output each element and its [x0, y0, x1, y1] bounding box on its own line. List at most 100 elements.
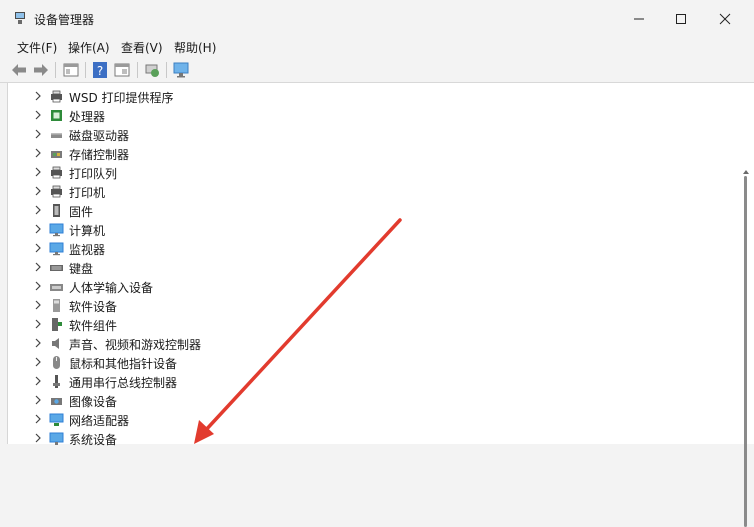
tree-item[interactable]: 计算机	[8, 220, 728, 239]
chevron-right-icon[interactable]	[32, 356, 44, 368]
tree-item-label: 软件设备	[69, 300, 118, 314]
chevron-right-icon[interactable]	[32, 223, 44, 235]
printer-icon	[51, 185, 62, 198]
window-title: 设备管理器	[34, 13, 95, 27]
menu-bar: 文件(F) 操作(A) 查看(V) 帮助(H)	[0, 38, 754, 58]
menu-view[interactable]: 查看(V)	[121, 39, 163, 56]
menu-file[interactable]: 文件(F)	[17, 39, 57, 56]
tree-item-label: 系统设备	[69, 433, 118, 447]
chevron-right-icon[interactable]	[32, 318, 44, 330]
firmware-icon	[53, 204, 60, 217]
chevron-right-icon[interactable]	[32, 128, 44, 140]
mouse-icon	[53, 356, 60, 369]
svg-text:?: ?	[97, 64, 103, 78]
scroll-up-arrow-icon[interactable]	[742, 168, 750, 176]
tree-item[interactable]: 处理器	[8, 106, 728, 125]
device-manager-app-icon	[15, 12, 25, 24]
storage-controller-icon	[51, 151, 62, 158]
tree-item[interactable]: 通用串行总线控制器	[8, 372, 728, 391]
tree-item[interactable]: 声音、视频和游戏控制器	[8, 334, 728, 353]
hid-icon	[50, 284, 63, 291]
menu-action[interactable]: 操作(A)	[68, 39, 110, 56]
chevron-right-icon[interactable]	[32, 394, 44, 406]
tree-item[interactable]: 固件	[8, 201, 728, 220]
chevron-right-icon[interactable]	[32, 109, 44, 121]
chevron-right-icon[interactable]	[32, 261, 44, 273]
maximize-icon	[676, 14, 686, 24]
tree-item-label: 键盘	[69, 262, 94, 276]
tree-item-label: 图像设备	[69, 395, 118, 409]
chevron-right-icon[interactable]	[32, 185, 44, 197]
tree-item[interactable]: 打印机	[8, 182, 728, 201]
tree-item-label: WSD 打印提供程序	[69, 91, 174, 105]
back-arrow-icon[interactable]	[10, 61, 28, 79]
tree-item[interactable]: 网络适配器	[8, 410, 728, 429]
chevron-right-icon[interactable]	[32, 280, 44, 292]
tree-item-label: 网络适配器	[69, 414, 130, 428]
chevron-right-icon[interactable]	[32, 242, 44, 254]
tree-item-label: 计算机	[69, 224, 106, 238]
chevron-right-icon[interactable]	[32, 375, 44, 387]
software-device-icon	[53, 299, 60, 312]
tree-item[interactable]: 系统设备	[8, 429, 728, 448]
toolbar: ?	[0, 58, 754, 83]
tree-item-label: 存储控制器	[69, 148, 130, 162]
tree-item[interactable]: 监视器	[8, 239, 728, 258]
tree-item[interactable]: 软件设备	[8, 296, 728, 315]
tree-item[interactable]: 键盘	[8, 258, 728, 277]
chevron-right-icon[interactable]	[32, 90, 44, 102]
chevron-right-icon[interactable]	[32, 147, 44, 159]
chevron-right-icon[interactable]	[32, 299, 44, 311]
device-tree: WSD 打印提供程序 处理器磁盘驱动器存储控制器打印队列打印机固件计算机监视器键盘…	[7, 83, 754, 527]
help-icon[interactable]: ?	[91, 61, 109, 79]
scan-hardware-icon[interactable]	[143, 61, 161, 79]
close-icon	[719, 13, 731, 25]
forward-arrow-icon[interactable]	[32, 61, 50, 79]
tree-item-label: 固件	[69, 205, 94, 219]
network-adapter-icon	[49, 413, 64, 426]
toolbar-separator	[137, 62, 138, 78]
show-view-icon[interactable]	[113, 61, 131, 79]
tree-item[interactable]: 磁盘驱动器	[8, 125, 728, 144]
tree-item[interactable]: 软件组件	[8, 315, 728, 334]
monitor-icon	[49, 242, 64, 256]
tree-item[interactable]: 存储控制器	[8, 144, 728, 163]
tree-item[interactable]: 打印队列	[8, 163, 728, 182]
tree-item-label: 处理器	[69, 110, 106, 124]
print-queue-icon	[51, 166, 62, 179]
tree-item[interactable]: 鼠标和其他指针设备	[8, 353, 728, 372]
maximize-button[interactable]	[659, 4, 703, 34]
properties-pane-icon[interactable]	[62, 61, 80, 79]
toolbar-separator	[55, 62, 56, 78]
printer-icon	[51, 90, 62, 103]
tree-item-label: 打印机	[69, 186, 106, 200]
software-component-icon	[52, 318, 62, 331]
chevron-right-icon[interactable]	[32, 166, 44, 178]
chevron-right-icon[interactable]	[32, 413, 44, 425]
toolbar-separator	[166, 62, 167, 78]
chevron-right-icon[interactable]	[32, 432, 44, 444]
toolbar-separator	[85, 62, 86, 78]
processor-icon	[51, 110, 62, 121]
tree-item-label: 磁盘驱动器	[69, 129, 130, 143]
tree-item[interactable]: 图像设备	[8, 391, 728, 410]
menu-help[interactable]: 帮助(H)	[174, 39, 216, 56]
chevron-right-icon[interactable]	[32, 204, 44, 216]
computer-monitor-icon[interactable]	[172, 61, 190, 79]
tree-item[interactable]: WSD 打印提供程序	[8, 87, 728, 106]
chevron-right-icon[interactable]	[32, 337, 44, 349]
vertical-scrollbar[interactable]	[744, 176, 747, 527]
tree-item-label: 鼠标和其他指针设备	[69, 357, 178, 371]
computer-icon	[49, 223, 64, 237]
minimize-icon	[634, 18, 644, 20]
close-button[interactable]	[703, 4, 747, 34]
tree-item-label: 打印队列	[69, 167, 118, 181]
disk-drive-icon	[51, 133, 62, 138]
keyboard-icon	[50, 265, 63, 271]
minimize-button[interactable]	[617, 4, 661, 34]
tree-item-label: 软件组件	[69, 319, 118, 333]
tree-item[interactable]: 人体学输入设备	[8, 277, 728, 296]
tree-item-label: 通用串行总线控制器	[69, 376, 178, 390]
tree-item-label: 监视器	[69, 243, 106, 257]
tree-item-label: 人体学输入设备	[69, 281, 154, 295]
